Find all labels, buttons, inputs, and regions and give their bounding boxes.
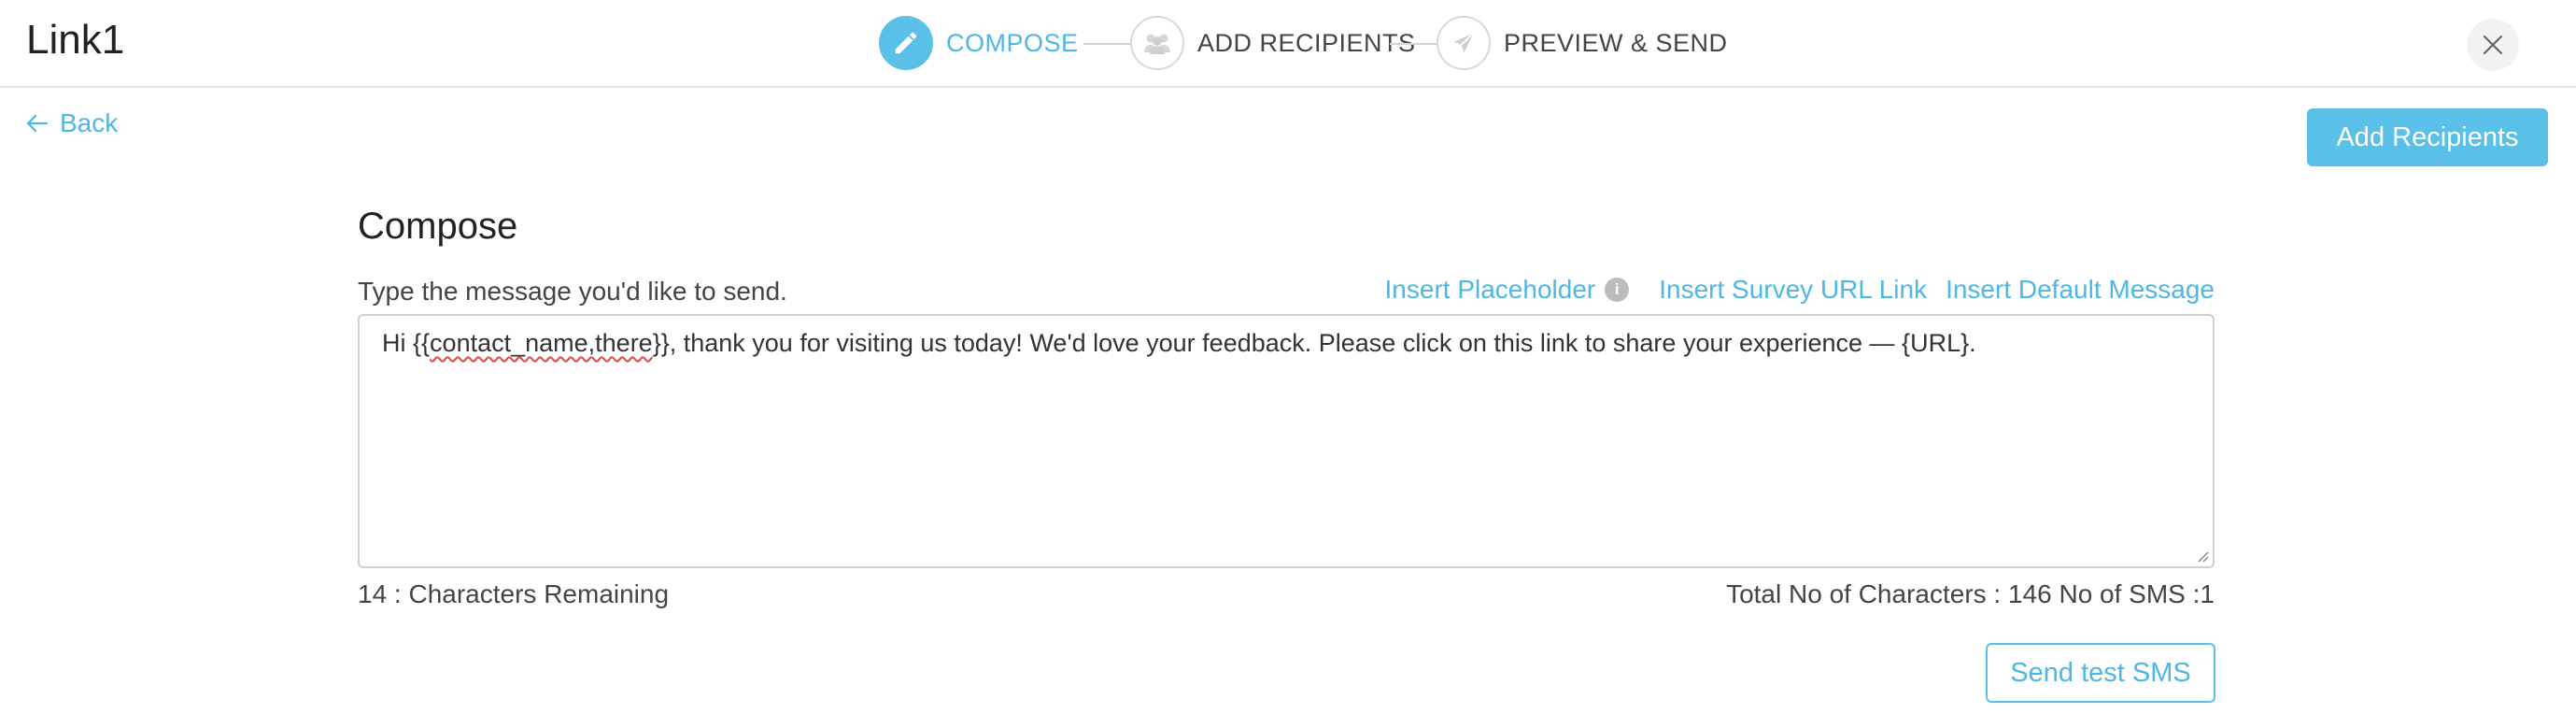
step-compose[interactable]: COMPOSE bbox=[879, 15, 1079, 71]
insert-links: Insert Placeholder i Insert Survey URL L… bbox=[1385, 275, 2215, 305]
group-icon bbox=[1130, 16, 1184, 70]
step-label-compose: COMPOSE bbox=[946, 28, 1079, 57]
message-textarea[interactable]: Hi {{contact_name,there}}, thank you for… bbox=[358, 314, 2215, 568]
top-bar: Link1 COMPOSE ADD RECIPIENTS PREVIEW & S… bbox=[0, 0, 2576, 88]
resize-handle-icon[interactable] bbox=[2194, 548, 2209, 563]
paper-plane-icon bbox=[1437, 16, 1491, 70]
step-connector bbox=[1390, 43, 1437, 45]
message-suffix: }}, thank you for visiting us today! We'… bbox=[652, 329, 1976, 357]
insert-default-message-link[interactable]: Insert Default Message bbox=[1946, 275, 2215, 305]
step-connector bbox=[1083, 43, 1130, 45]
insert-placeholder-link[interactable]: Insert Placeholder bbox=[1385, 275, 1596, 305]
back-link[interactable]: Back bbox=[26, 108, 118, 138]
add-recipients-button[interactable]: Add Recipients bbox=[2307, 108, 2548, 166]
message-text: Hi {{contact_name,there}}, thank you for… bbox=[382, 329, 1976, 358]
step-label-preview-send: PREVIEW & SEND bbox=[1504, 28, 1728, 57]
character-total: Total No of Characters : 146 No of SMS :… bbox=[1726, 579, 2215, 608]
info-icon[interactable]: i bbox=[1605, 278, 1630, 302]
compose-instruction: Type the message you'd like to send. bbox=[358, 277, 787, 306]
back-label: Back bbox=[60, 108, 119, 137]
pencil-icon bbox=[879, 16, 933, 70]
message-placeholder-token: contact_name,there bbox=[430, 329, 653, 357]
page-title: Link1 bbox=[26, 17, 125, 63]
step-label-add-recipients: ADD RECIPIENTS bbox=[1197, 28, 1416, 57]
send-test-sms-button[interactable]: Send test SMS bbox=[1986, 643, 2215, 703]
message-prefix: Hi {{ bbox=[382, 329, 431, 357]
step-preview-send[interactable]: PREVIEW & SEND bbox=[1437, 15, 1728, 71]
step-add-recipients[interactable]: ADD RECIPIENTS bbox=[1130, 15, 1416, 71]
insert-survey-url-link[interactable]: Insert Survey URL Link bbox=[1659, 275, 1927, 305]
arrow-left-icon bbox=[26, 114, 49, 133]
close-icon bbox=[2483, 35, 2503, 55]
compose-heading: Compose bbox=[358, 206, 518, 247]
characters-remaining: 14 : Characters Remaining bbox=[358, 579, 670, 608]
close-button[interactable] bbox=[2467, 19, 2519, 71]
